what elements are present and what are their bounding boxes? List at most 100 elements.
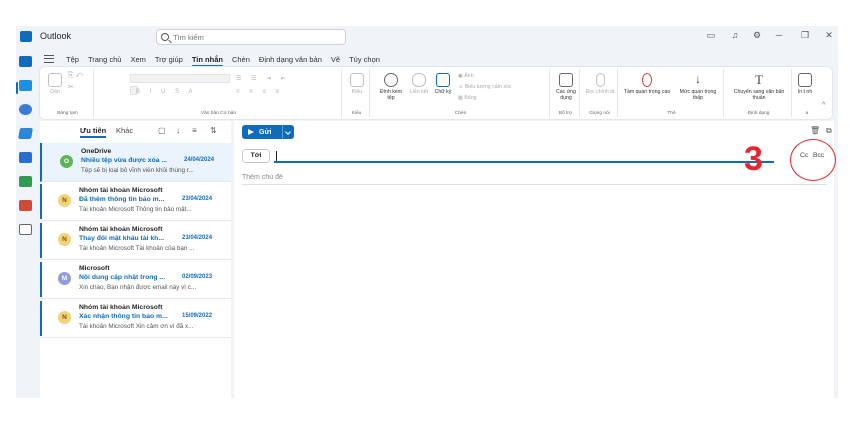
search-input[interactable] — [173, 32, 333, 42]
calendar-icon[interactable] — [19, 80, 32, 91]
list-buttons-icon[interactable]: ☰ ☰ ⇥ ⇤ — [236, 75, 290, 82]
ribbon-tabs: Tệp Trang chủ Xem Trợ giúp Tin nhắn Chèn… — [44, 52, 389, 67]
high-importance-button[interactable]: Tầm quan trọng cao — [622, 73, 672, 95]
tab-insert[interactable]: Chèn — [232, 55, 250, 64]
subject-field[interactable] — [242, 171, 827, 185]
jump-down-icon[interactable]: ↓ — [176, 126, 180, 135]
plain-text-button[interactable]: T Chuyển sang văn bản thuần — [730, 73, 788, 101]
table-button[interactable]: ▦ Bảng — [458, 95, 476, 101]
search-box[interactable] — [156, 29, 346, 45]
mail-date: 23/04/2024 — [182, 235, 213, 241]
mail-sender: Microsoft — [79, 265, 110, 272]
gear-icon[interactable]: ⚙ — [750, 30, 764, 41]
emoji-button[interactable]: ☺ Biểu tượng cảm xúc — [458, 84, 511, 90]
mail-date: 15/09/2022 — [182, 313, 213, 319]
format-buttons[interactable]: B I U S A — [136, 89, 196, 95]
mail-sender: Nhóm tài khoản Microsoft — [79, 226, 163, 233]
print-button[interactable]: In t nh — [796, 73, 814, 95]
dictate-button[interactable]: Đọc chính tả — [585, 73, 615, 95]
align-buttons-icon[interactable]: ≡ ≡ ≡ ≡ — [236, 89, 283, 95]
cut-icon[interactable]: ✂ — [68, 84, 74, 91]
to-field[interactable] — [274, 149, 774, 163]
apps-icon[interactable] — [19, 224, 32, 235]
app-title: Outlook — [40, 31, 72, 41]
send-button[interactable]: Gửi — [242, 125, 294, 139]
mail-icon[interactable] — [19, 56, 32, 67]
tags-group: Tầm quan trọng cao ↓ Mức quan trọng thấp… — [620, 69, 724, 117]
more-group: In t nh a — [794, 69, 820, 117]
select-icon[interactable]: ▢ — [158, 126, 166, 135]
addins-group-label: Bổ trợ — [558, 111, 573, 116]
styles-button[interactable]: Kiểu — [348, 73, 366, 95]
tab-options[interactable]: Tùy chọn — [349, 55, 380, 64]
tags-group-label: Thẻ — [667, 111, 676, 116]
text-caret — [276, 151, 277, 161]
powerpoint-icon[interactable] — [19, 200, 32, 211]
close-button[interactable]: ✕ — [822, 30, 836, 41]
filter-icon[interactable]: ≡ — [192, 126, 197, 135]
tab-format-text[interactable]: Định dạng văn bản — [259, 55, 322, 64]
popout-icon[interactable]: ⧉ — [826, 126, 832, 136]
mail-list-item[interactable]: N Nhóm tài khoản Microsoft Đã thêm thông t… — [40, 182, 231, 221]
attach-file-button[interactable]: Đính kèm tệp — [376, 73, 406, 101]
hamburger-icon[interactable] — [44, 55, 54, 63]
minimize-button[interactable]: ─ — [772, 30, 786, 40]
mail-preview: Tệp sẽ bị loại bỏ vĩnh viễn khỏi thùng r… — [81, 167, 194, 174]
tab-view[interactable]: Xem — [130, 55, 145, 64]
message-list: Ưu tiên Khác ▢ ↓ ≡ ⇅ O OneDrive Nhiều tệp … — [40, 121, 231, 398]
excel-icon[interactable] — [19, 176, 32, 187]
mail-list-item[interactable]: O OneDrive Nhiều tệp vừa được xóa ... 24/04… — [40, 143, 231, 182]
to-button[interactable]: Tới — [242, 149, 270, 163]
tab-file[interactable]: Tệp — [66, 55, 79, 64]
people-icon[interactable] — [19, 104, 32, 115]
link-button[interactable]: Liên kết — [408, 73, 430, 95]
present-icon[interactable]: ▭ — [704, 30, 718, 41]
mail-subject: Thay đổi mật khẩu tài kh... — [79, 235, 164, 242]
tab-draw[interactable]: Vẽ — [331, 55, 340, 64]
text-format-icon: T — [755, 72, 763, 87]
ribbon: Dán ⎘ ↶ ✂ Bảng tạm B I U S A ☰ ☰ ⇥ ⇤ ≡ ≡… — [40, 67, 832, 119]
nav-rail — [16, 48, 36, 398]
bell-icon[interactable]: ♫ — [728, 30, 742, 40]
tab-focused[interactable]: Ưu tiên — [80, 126, 107, 138]
mail-list-item[interactable]: M Microsoft Nội dung cập nhật trong ... 02/… — [40, 260, 231, 299]
word-icon[interactable] — [19, 152, 32, 163]
format-group: T Chuyển sang văn bản thuần Định dạng — [726, 69, 792, 117]
paperclip-icon — [384, 73, 398, 87]
paste-button[interactable]: Dán — [46, 73, 64, 95]
tab-other[interactable]: Khác — [116, 126, 133, 135]
styles-group-label: Kiểu — [351, 111, 362, 116]
tab-home[interactable]: Trang chủ — [88, 55, 122, 64]
mail-preview: Tài khoản Microsoft Xin cảm ơn vì đã x..… — [79, 323, 194, 330]
image-button[interactable]: ▣ Ảnh — [458, 73, 474, 79]
restore-button[interactable]: ❐ — [798, 30, 812, 41]
send-options-chevron-icon[interactable] — [282, 125, 294, 139]
mail-sender: Nhóm tài khoản Microsoft — [79, 304, 163, 311]
outlook-window: Outlook ▭ ♫ ⚙ ─ ❐ ✕ Tệp Trang chủ Xem Tr… — [16, 26, 838, 398]
clipboard-group: Dán ⎘ ↶ ✂ Bảng tạm — [42, 69, 94, 117]
list-header: Ưu tiên Khác ▢ ↓ ≡ ⇅ — [40, 121, 231, 141]
microphone-icon — [595, 73, 605, 87]
clipboard-group-label: Bảng tạm — [57, 111, 78, 116]
mail-subject: Nhiều tệp vừa được xóa ... — [81, 157, 168, 164]
sort-icon[interactable]: ⇅ — [210, 126, 217, 135]
tab-message[interactable]: Tin nhắn — [191, 55, 224, 67]
todo-icon[interactable] — [18, 128, 33, 139]
low-importance-button[interactable]: ↓ Mức quan trọng thấp — [674, 73, 722, 101]
tab-help[interactable]: Trợ giúp — [155, 55, 183, 64]
mail-list-item[interactable]: N Nhóm tài khoản Microsoft Xác nhận thông … — [40, 299, 231, 338]
discard-icon[interactable]: 🗑 — [810, 126, 820, 135]
font-name-select[interactable] — [130, 74, 230, 83]
format-group-label: Định dạng — [747, 111, 770, 116]
send-label: Gửi — [259, 128, 272, 136]
mail-sender: Nhóm tài khoản Microsoft — [79, 187, 163, 194]
mail-list-item[interactable]: N Nhóm tài khoản Microsoft Thay đổi mật kh… — [40, 221, 231, 260]
outlook-logo-icon — [20, 31, 32, 42]
apps-button[interactable]: Các ứng dụng — [554, 73, 578, 101]
copy-icon[interactable]: ⎘ ↶ — [68, 72, 83, 79]
collapse-ribbon-icon[interactable]: ^ — [822, 102, 825, 109]
sender-avatar: N — [58, 194, 71, 207]
basic-text-group-label: Văn bản Cơ bản — [200, 111, 237, 116]
signature-button[interactable]: Chữ ký — [432, 73, 454, 95]
message-body[interactable] — [242, 189, 827, 389]
